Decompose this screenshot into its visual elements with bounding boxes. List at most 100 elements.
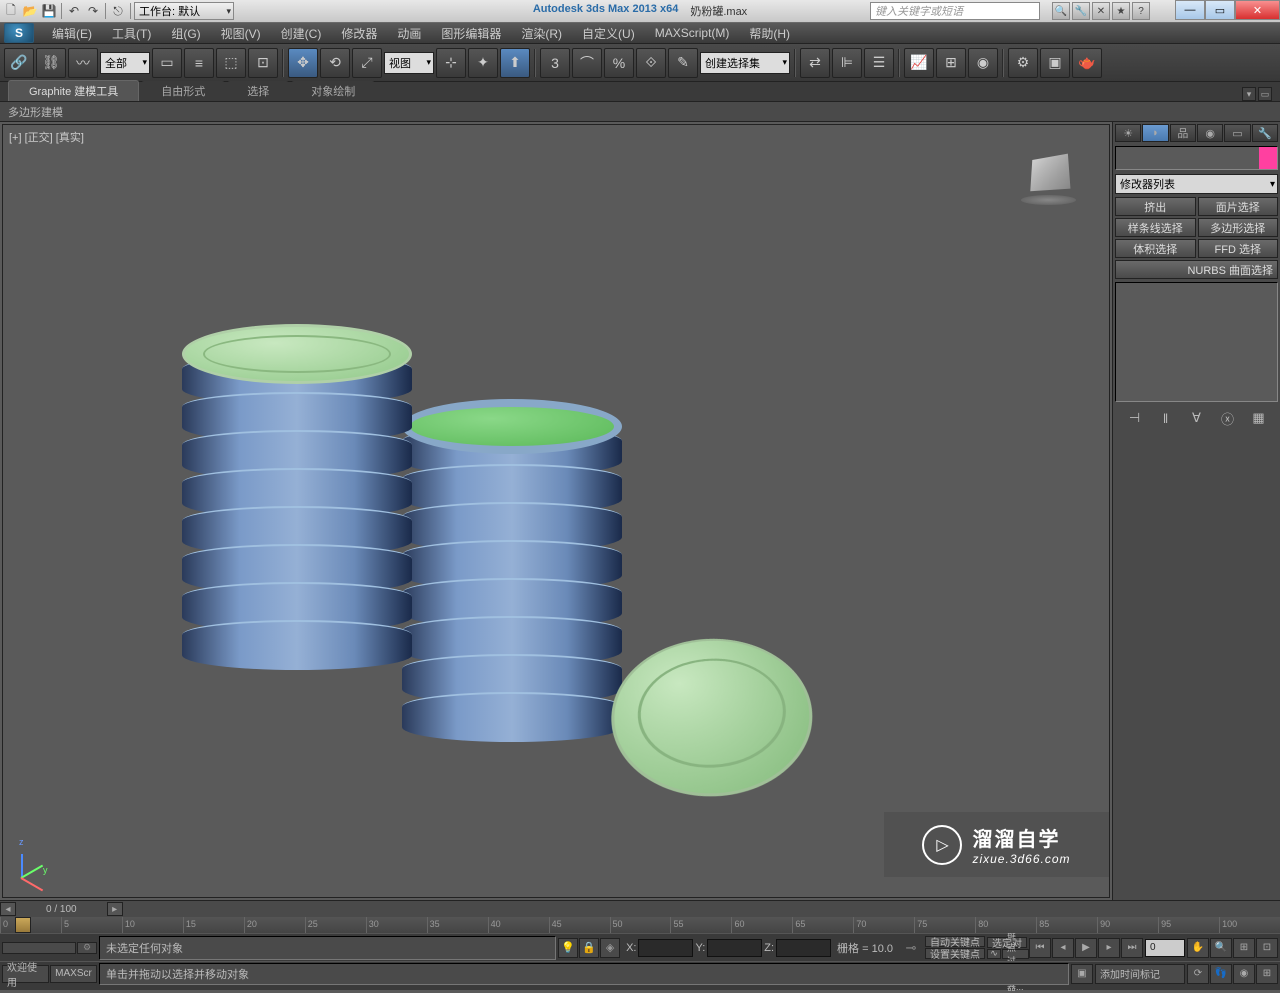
search-go-icon[interactable]: 🔍	[1052, 2, 1070, 20]
current-frame-input[interactable]: 0	[1145, 939, 1185, 957]
y-coordinate-input[interactable]	[707, 939, 762, 957]
viewport-walk-icon[interactable]: 👣	[1210, 964, 1232, 984]
keyboard-shortcut-icon[interactable]: ⬆	[500, 48, 530, 78]
timeline-next-icon[interactable]: ▸	[107, 902, 123, 916]
viewport[interactable]: [+] [正交] [真实] z y	[2, 124, 1110, 898]
cp-tab-modify-icon[interactable]: ◗	[1142, 124, 1168, 142]
window-crossing-icon[interactable]: ⊡	[248, 48, 278, 78]
next-frame-icon[interactable]: ▸	[1098, 938, 1120, 958]
ribbon-tab-graphite[interactable]: Graphite 建模工具	[8, 80, 139, 101]
select-name-icon[interactable]: ≡	[184, 48, 214, 78]
mini-listener-icon[interactable]: ⚙	[77, 942, 97, 954]
select-rect-icon[interactable]: ⬚	[216, 48, 246, 78]
render-icon[interactable]: 🫖	[1072, 48, 1102, 78]
select-scale-icon[interactable]: ⤢	[352, 48, 382, 78]
prev-frame-icon[interactable]: ◂	[1052, 938, 1074, 958]
cp-tab-display-icon[interactable]: ▭	[1224, 124, 1250, 142]
mod-face-select-button[interactable]: 面片选择	[1198, 197, 1279, 216]
viewport-fov-icon[interactable]: ⊞	[1233, 938, 1255, 958]
select-object-icon[interactable]: ▭	[152, 48, 182, 78]
selection-filter-dropdown[interactable]: 全部	[100, 52, 150, 74]
unlink-icon[interactable]: ⛓	[36, 48, 66, 78]
menu-maxscript[interactable]: MAXScript(M)	[645, 24, 740, 42]
angle-snap-icon[interactable]: ⌒	[572, 48, 602, 78]
help-icon[interactable]: ?	[1132, 2, 1150, 20]
ribbon-tab-freeform[interactable]: 自由形式	[141, 81, 225, 101]
z-coordinate-input[interactable]	[776, 939, 831, 957]
mod-nurbs-button[interactable]: NURBS 曲面选择	[1115, 260, 1278, 279]
menu-animation[interactable]: 动画	[387, 23, 431, 44]
play-icon[interactable]: ▶	[1075, 938, 1097, 958]
menu-tools[interactable]: 工具(T)	[102, 23, 161, 44]
mod-vol-select-button[interactable]: 体积选择	[1115, 239, 1196, 258]
x-coordinate-input[interactable]	[638, 939, 693, 957]
add-time-tag-button[interactable]: 添加时间标记	[1095, 964, 1185, 984]
render-frame-icon[interactable]: ▣	[1040, 48, 1070, 78]
timeline-prev-icon[interactable]: ◂	[0, 902, 16, 916]
unique-icon[interactable]: ∀	[1187, 408, 1207, 428]
subscription-icon[interactable]: 🔧	[1072, 2, 1090, 20]
ribbon-tab-select[interactable]: 选择	[227, 81, 289, 101]
ribbon-expand-icon[interactable]: ▾	[1242, 87, 1256, 101]
edit-named-icon[interactable]: ✎	[668, 48, 698, 78]
viewport-label[interactable]: [+] [正交] [真实]	[9, 129, 84, 145]
workspace-dropdown[interactable]: 工作台: 默认	[134, 2, 234, 20]
cp-tab-utilities-icon[interactable]: 🔧	[1252, 124, 1278, 142]
percent-snap-icon[interactable]: %	[604, 48, 634, 78]
cp-tab-create-icon[interactable]: ☀	[1115, 124, 1141, 142]
goto-start-icon[interactable]: ⏮	[1029, 938, 1051, 958]
select-link-icon[interactable]: 🔗	[4, 48, 34, 78]
cp-tab-hierarchy-icon[interactable]: 品	[1170, 124, 1196, 142]
isolate-icon[interactable]: 💡	[558, 938, 578, 958]
schematic-icon[interactable]: ⊞	[936, 48, 966, 78]
object-name-field[interactable]	[1115, 146, 1278, 170]
refcoord-dropdown[interactable]: 视图	[384, 52, 434, 74]
render-setup-icon[interactable]: ⚙	[1008, 48, 1038, 78]
new-file-icon[interactable]: 🗋	[2, 2, 20, 20]
mod-ffd-select-button[interactable]: FFD 选择	[1198, 239, 1279, 258]
modifier-stack[interactable]	[1115, 282, 1278, 402]
menu-customize[interactable]: 自定义(U)	[572, 23, 645, 44]
select-rotate-icon[interactable]: ⟲	[320, 48, 350, 78]
viewport-orbit-icon[interactable]: ⟳	[1187, 964, 1209, 984]
link-icon[interactable]: ⎋	[109, 2, 127, 20]
modifier-list-dropdown[interactable]: 修改器列表	[1115, 174, 1278, 194]
configure-icon[interactable]: ▦	[1249, 408, 1269, 428]
menu-help[interactable]: 帮助(H)	[739, 23, 800, 44]
align-icon[interactable]: ⊫	[832, 48, 862, 78]
timeline-ruler[interactable]: 0510152025303540455055606570758085909510…	[0, 917, 1280, 933]
spinner-snap-icon[interactable]: ⟐	[636, 48, 666, 78]
window-minimize-button[interactable]: —	[1175, 0, 1205, 20]
menu-edit[interactable]: 编辑(E)	[42, 23, 102, 44]
curve-editor-icon[interactable]: 📈	[904, 48, 934, 78]
goto-end-icon[interactable]: ⏭	[1121, 938, 1143, 958]
pin-stack-icon[interactable]: ⊣	[1125, 408, 1145, 428]
mod-spline-select-button[interactable]: 样条线选择	[1115, 218, 1196, 237]
xform-type-icon[interactable]: ◈	[600, 938, 620, 958]
undo-icon[interactable]: ↶	[65, 2, 83, 20]
save-file-icon[interactable]: 💾	[40, 2, 58, 20]
viewport-zoomall-icon[interactable]: ⊡	[1256, 938, 1278, 958]
exchange-icon[interactable]: ✕	[1092, 2, 1110, 20]
object-color-swatch[interactable]	[1259, 147, 1277, 169]
viewport-zoom-icon[interactable]: 🔍	[1210, 938, 1232, 958]
ribbon-tab-paint[interactable]: 对象绘制	[291, 81, 375, 101]
window-maximize-button[interactable]: ▭	[1205, 0, 1235, 20]
setkey-button[interactable]: 设置关键点	[925, 948, 985, 959]
pivot-icon[interactable]: ⊹	[436, 48, 466, 78]
layers-icon[interactable]: ☰	[864, 48, 894, 78]
snap-toggle-icon[interactable]: 3	[540, 48, 570, 78]
menu-render[interactable]: 渲染(R)	[511, 23, 572, 44]
search-input[interactable]: 键入关键字或短语	[870, 2, 1040, 20]
mod-poly-select-button[interactable]: 多边形选择	[1198, 218, 1279, 237]
viewport-max-icon[interactable]: ⊞	[1256, 964, 1278, 984]
mod-extrude-button[interactable]: 挤出	[1115, 197, 1196, 216]
menu-graph[interactable]: 图形编辑器	[431, 23, 511, 44]
viewcube[interactable]	[1019, 155, 1079, 205]
viewport-rotate-icon[interactable]: ◉	[1233, 964, 1255, 984]
bind-space-icon[interactable]: 〰	[68, 48, 98, 78]
manipulate-icon[interactable]: ✦	[468, 48, 498, 78]
favorites-icon[interactable]: ★	[1112, 2, 1130, 20]
key-mode-icon[interactable]: ⊸	[899, 938, 923, 958]
cp-tab-motion-icon[interactable]: ◉	[1197, 124, 1223, 142]
